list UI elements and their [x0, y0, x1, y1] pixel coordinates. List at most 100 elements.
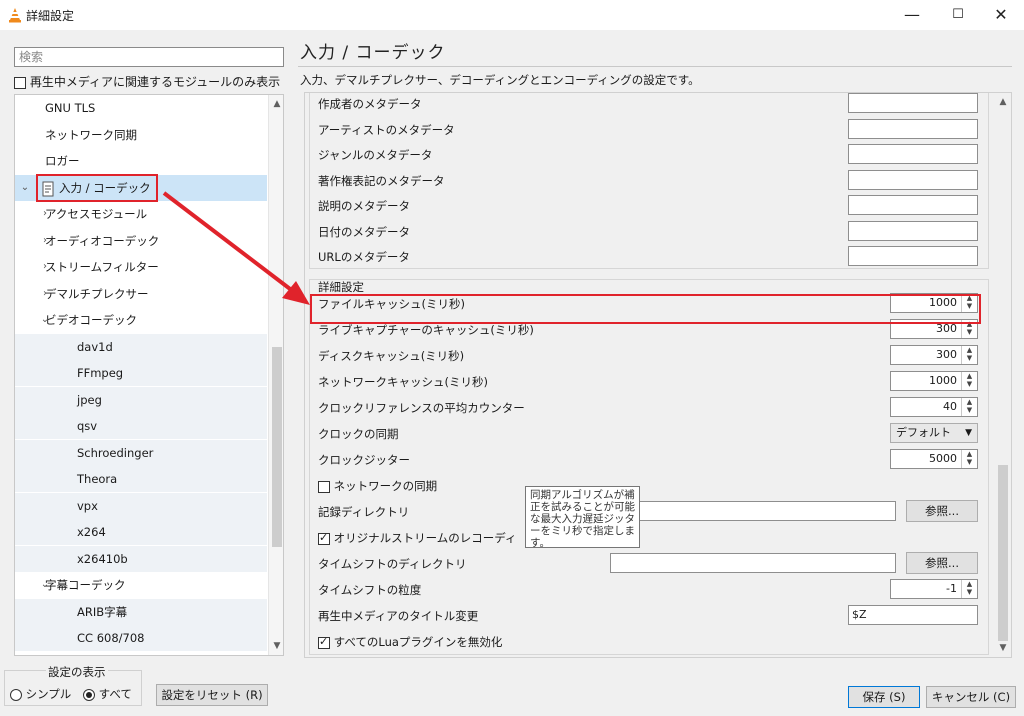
filter-checkbox[interactable]	[14, 76, 26, 89]
disable-lua-label: すべてのLuaプラグインを無効化	[333, 635, 503, 649]
network-sync-checkbox[interactable]	[318, 480, 330, 493]
metadata-label: アーティストのメタデータ	[318, 122, 455, 137]
record-original-checkbox[interactable]	[318, 531, 330, 545]
tree-item-label: デマルチプレクサー	[45, 286, 149, 301]
radio-all-label: すべて	[98, 687, 132, 701]
metadata-input[interactable]	[848, 195, 978, 215]
tree-item[interactable]: ロガー	[15, 148, 267, 174]
clock-sync-label: クロックの同期	[318, 427, 399, 441]
clock-jitter-stepper[interactable]: 5000 ▲ ▼	[890, 449, 978, 469]
tree-item-label: Schroedinger	[77, 445, 154, 460]
stepper-arrows-icon[interactable]: ▲ ▼	[961, 372, 977, 390]
record-dir-browse-button[interactable]: 参照...	[906, 500, 978, 522]
tree-item[interactable]: dav1d	[15, 333, 267, 360]
page-description: 入力、デマルチプレクサー、デコーディングとエンコーディングの設定です。	[300, 73, 700, 87]
network-sync-label: ネットワークの同期	[333, 479, 438, 493]
reset-preferences-button[interactable]: 設定をリセット (R)	[156, 684, 268, 706]
tree-scroll-thumb[interactable]	[272, 347, 282, 547]
tree-item[interactable]: CC 608/708	[15, 625, 267, 651]
clock-ref-label: クロックリファレンスの平均カウンター	[318, 401, 525, 415]
timeshift-dir-label: タイムシフトのディレクトリ	[318, 557, 467, 571]
panel-scrollbar[interactable]: ▲ ▼	[995, 93, 1011, 657]
stepper-arrows-icon[interactable]: ▲ ▼	[961, 398, 977, 416]
save-button[interactable]: 保存 (S)	[848, 686, 920, 708]
minimize-button[interactable]: —	[889, 0, 935, 30]
record-original-label: オリジナルストリームのレコーディ	[333, 531, 517, 545]
tree-item-label: CC 608/708	[77, 631, 145, 645]
title-change-input[interactable]: $Z	[848, 605, 978, 625]
settings-panel: 作成者のメタデータ アーティストのメタデータ ジャンルのメタデータ 著作権表記のメタデ…	[304, 92, 1012, 658]
radio-all-button[interactable]	[83, 688, 95, 701]
metadata-input[interactable]	[848, 220, 978, 241]
metadata-input[interactable]	[848, 246, 978, 266]
radio-simple-button[interactable]	[10, 688, 22, 701]
live-cache-label: ライブキャプチャーのキャッシュ(ミリ秒)	[318, 323, 534, 337]
timeshift-granularity-stepper[interactable]: -1 ▲ ▼	[890, 579, 978, 599]
vlc-cone-icon	[9, 8, 21, 23]
clock-sync-select[interactable]: デフォルト ▼	[890, 423, 978, 443]
metadata-input[interactable]	[848, 93, 978, 113]
expand-chevron-icon[interactable]: ⌄	[19, 175, 31, 201]
radio-all[interactable]: すべて	[83, 686, 132, 702]
panel-scroll-thumb[interactable]	[998, 465, 1008, 641]
metadata-label: URLのメタデータ	[318, 250, 410, 264]
tree-item[interactable]: jpeg	[15, 386, 267, 413]
tree-item[interactable]: GNU TLS	[15, 95, 267, 121]
tree-item[interactable]: qsv	[15, 413, 267, 439]
tree-item[interactable]: Schroedinger	[15, 439, 267, 466]
radio-simple[interactable]: シンプル	[10, 686, 71, 702]
tree-item-label: ARIB字幕	[77, 604, 128, 619]
tree-item[interactable]: FFmpeg	[15, 360, 267, 386]
metadata-label: ジャンルのメタデータ	[318, 148, 433, 162]
close-button[interactable]: ✕	[978, 0, 1024, 30]
tree-item-label: アクセスモジュール	[45, 207, 148, 221]
page-title: 入力 / コーデック	[300, 43, 446, 63]
search-input[interactable]: 検索	[14, 47, 284, 67]
metadata-input[interactable]	[848, 169, 978, 190]
cancel-button[interactable]: キャンセル (C)	[926, 686, 1016, 708]
network-cache-stepper[interactable]: 1000 ▲ ▼	[890, 371, 978, 391]
tree-item[interactable]: ARIB字幕	[15, 598, 267, 625]
network-sync-option[interactable]: ネットワークの同期	[318, 478, 437, 494]
stepper-arrows-icon[interactable]: ▲ ▼	[961, 580, 977, 598]
tree-item[interactable]: Theora	[15, 466, 267, 492]
tree-item[interactable]: x26410b	[15, 545, 267, 572]
record-dir-input[interactable]	[610, 501, 896, 521]
scroll-up-icon[interactable]: ▲	[995, 95, 1011, 109]
metadata-input[interactable]	[848, 118, 978, 139]
maximize-button[interactable]: ☐	[935, 0, 981, 30]
tree-item-label: qsv	[77, 419, 98, 433]
title-change-label: 再生中メディアのタイトル変更	[318, 609, 479, 623]
tree-item[interactable]: x264	[15, 519, 267, 545]
scroll-down-icon[interactable]: ▼	[269, 639, 283, 653]
tree-item-label: dav1d	[77, 339, 113, 354]
disable-lua-option[interactable]: すべてのLuaプラグインを無効化	[318, 634, 502, 650]
tree-scrollbar[interactable]: ▲ ▼	[268, 95, 283, 655]
filter-checkbox-label: 再生中メディアに関連するモジュールのみ表示	[29, 75, 281, 89]
disable-lua-checkbox[interactable]	[318, 635, 330, 649]
tree-item[interactable]: ⌄ 字幕コーデック	[15, 572, 267, 598]
display-mode-title: 設定の表示	[46, 664, 108, 680]
metadata-input[interactable]	[848, 144, 978, 164]
tree-item-label: jpeg	[77, 392, 102, 407]
record-original-option[interactable]: オリジナルストリームのレコーディ	[318, 530, 517, 546]
stepper-arrows-icon[interactable]: ▲ ▼	[961, 450, 977, 468]
tree-item-label: x26410b	[77, 551, 128, 566]
clock-ref-stepper[interactable]: 40 ▲ ▼	[890, 397, 978, 417]
timeshift-dir-browse-button[interactable]: 参照...	[906, 552, 978, 574]
metadata-label: 作成者のメタデータ	[318, 97, 422, 111]
scroll-up-icon[interactable]: ▲	[269, 97, 283, 111]
clock-jitter-label: クロックジッター	[318, 453, 410, 467]
tree-item[interactable]: ネットワーク同期	[15, 122, 267, 148]
metadata-group: 作成者のメタデータ アーティストのメタデータ ジャンルのメタデータ 著作権表記のメタデ…	[309, 93, 989, 269]
annotation-arrow-icon	[162, 191, 310, 305]
tree-item[interactable]: vpx	[15, 492, 267, 519]
record-dir-label: 記録ディレクトリ	[318, 505, 410, 519]
file-cache-highlight	[310, 294, 981, 324]
scroll-down-icon[interactable]: ▼	[995, 641, 1011, 655]
timeshift-dir-input[interactable]	[610, 553, 896, 573]
metadata-label: 説明のメタデータ	[318, 199, 410, 213]
stepper-arrows-icon[interactable]: ▲ ▼	[961, 346, 977, 364]
related-modules-filter[interactable]: 再生中メディアに関連するモジュールのみ表示	[14, 73, 280, 90]
disc-cache-stepper[interactable]: 300 ▲ ▼	[890, 345, 978, 365]
